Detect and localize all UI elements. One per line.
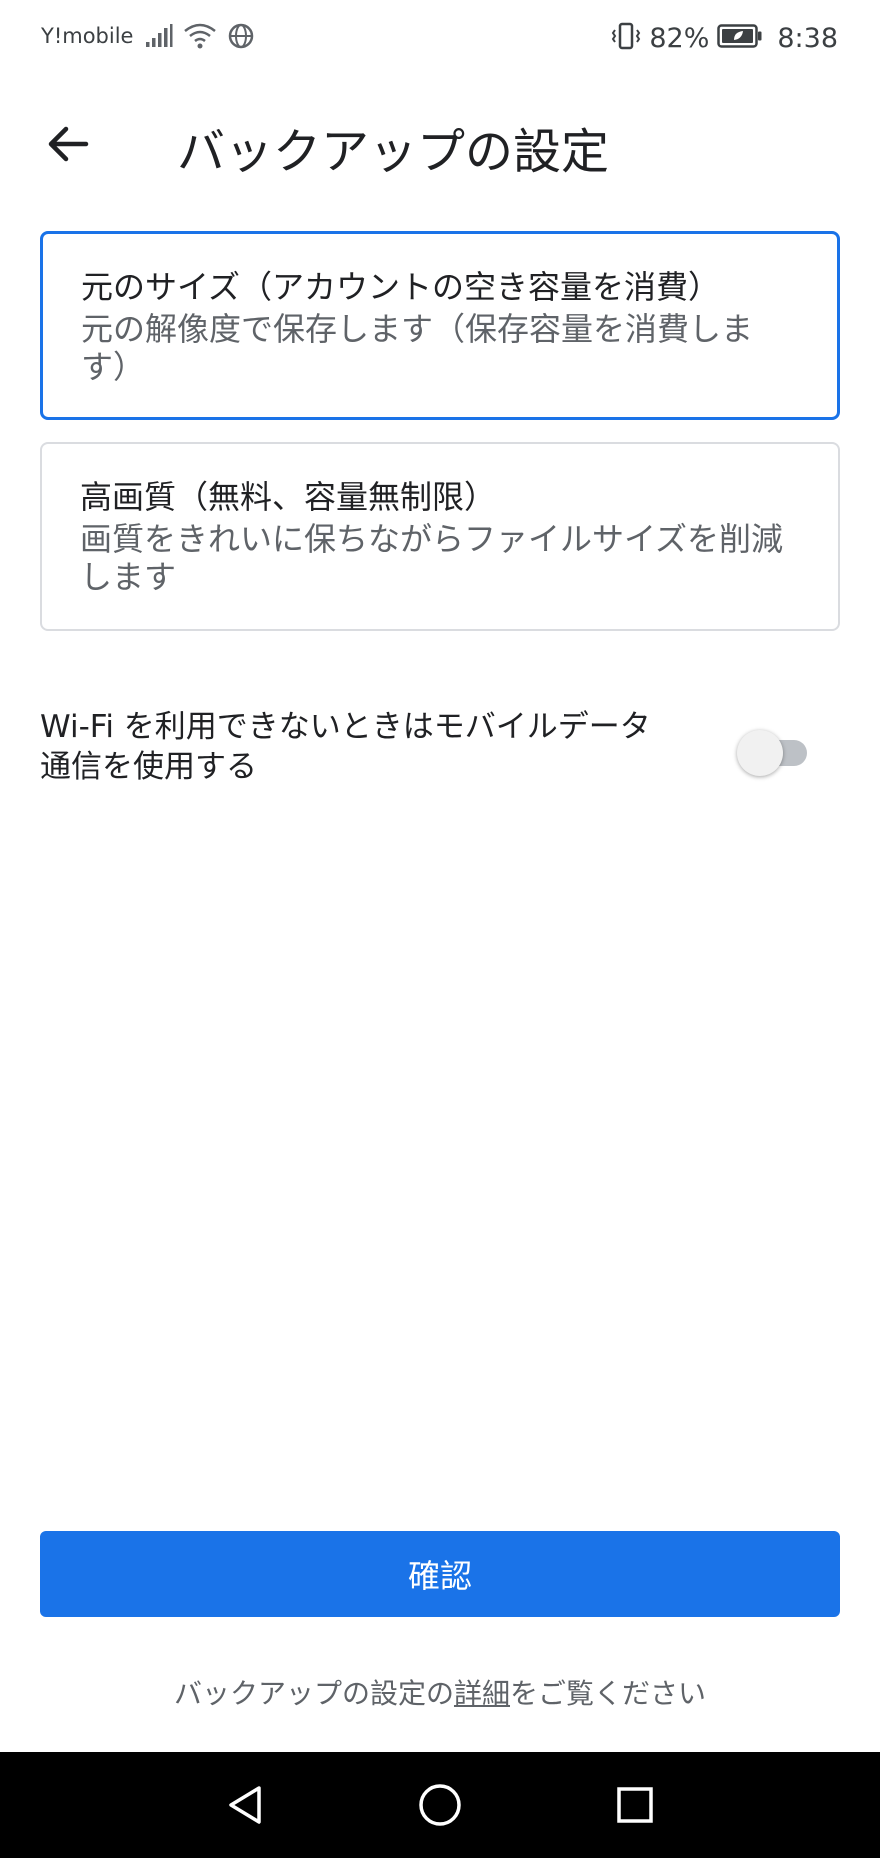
- signal-icon: [145, 23, 173, 53]
- vpn-globe-icon: [227, 22, 255, 54]
- recents-square-icon: [615, 1785, 655, 1829]
- battery-percent: 82%: [649, 22, 710, 54]
- footer-prefix: バックアップの設定の: [173, 1677, 454, 1710]
- app-bar: バックアップの設定: [0, 96, 880, 186]
- back-button[interactable]: [36, 114, 100, 178]
- back-triangle-icon: [223, 1783, 267, 1831]
- vibrate-icon: [611, 21, 641, 55]
- footer-suffix: をご覧ください: [510, 1677, 707, 1710]
- option-high-quality[interactable]: 高画質（無料、容量無制限） 画質をきれいに保ちながらファイルサイズを削減します: [40, 442, 840, 631]
- status-icons-right: 82% 8:38: [611, 20, 838, 56]
- wifi-icon: [183, 22, 217, 54]
- toggle-thumb: [737, 730, 783, 776]
- option-description: 元の解像度で保存します（保存容量を消費します）: [81, 310, 754, 386]
- option-description: 画質をきれいに保ちながらファイルサイズを削減します: [80, 520, 784, 596]
- page-title: バックアップの設定: [177, 124, 610, 180]
- nav-recents-button[interactable]: [605, 1777, 665, 1837]
- details-link[interactable]: 詳細: [454, 1677, 510, 1710]
- option-original-size[interactable]: 元のサイズ（アカウントの空き容量を消費） 元の解像度で保存します（保存容量を消費…: [40, 231, 840, 420]
- battery-icon: [717, 23, 763, 53]
- confirm-button[interactable]: 確認: [40, 1531, 840, 1617]
- home-circle-icon: [417, 1782, 463, 1832]
- nav-home-button[interactable]: [410, 1777, 470, 1837]
- mobile-data-setting: Wi-Fi を利用できないときはモバイルデータ通信を使用する: [40, 707, 840, 797]
- clock: 8:38: [777, 22, 838, 54]
- navigation-bar: [0, 1752, 880, 1858]
- mobile-data-label: Wi-Fi を利用できないときはモバイルデータ通信を使用する: [40, 709, 651, 785]
- carrier-name: Y!mobile: [41, 24, 134, 48]
- status-icons-left: [145, 22, 255, 54]
- nav-back-button[interactable]: [215, 1777, 275, 1837]
- arrow-left-icon: [46, 124, 90, 168]
- status-bar: Y!mobile 82% 8:38: [0, 0, 880, 76]
- option-title: 元のサイズ（アカウントの空き容量を消費）: [81, 268, 721, 306]
- footer-text: バックアップの設定の詳細をご覧ください: [0, 1672, 880, 1712]
- mobile-data-toggle[interactable]: [737, 728, 813, 776]
- option-title: 高画質（無料、容量無制限）: [80, 478, 497, 516]
